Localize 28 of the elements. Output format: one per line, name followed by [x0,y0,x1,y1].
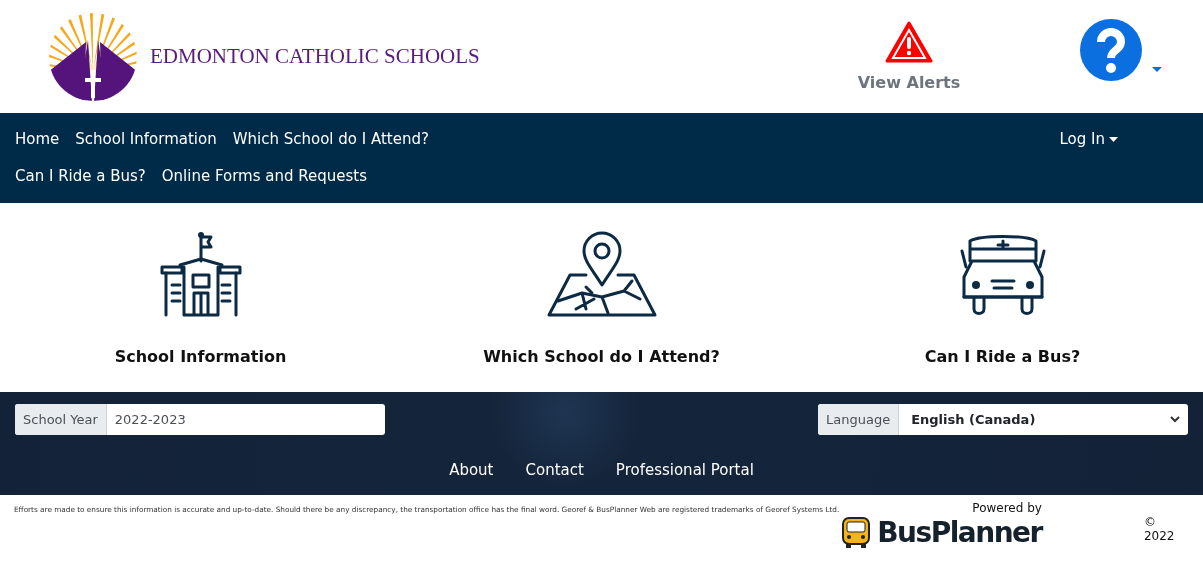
caret-icon [1151,65,1163,74]
copyright-text: © 2022 [1143,515,1176,543]
nav-link[interactable]: Which School do I Attend? [232,121,429,158]
map-pin-icon [545,231,658,317]
field-label: Language [818,404,900,435]
warning-icon [885,21,933,63]
nav-link[interactable]: Home [15,121,60,158]
brand-name: EDMONTON CATHOLIC SCHOOLS [150,44,480,69]
view-alerts-link[interactable]: View Alerts [839,21,979,92]
feature-tile[interactable]: Which School do I Attend? [401,203,802,392]
nav-link[interactable]: School Information [75,121,217,158]
feature-tile[interactable]: Can I Ride a Bus? [802,203,1203,392]
login-menu[interactable]: Log In [1059,121,1118,158]
chevron-icon [1170,416,1180,423]
powered-by-text: Powered by [972,501,1042,515]
footer-link[interactable]: About [449,461,494,479]
school-year-field[interactable]: 2022-2023 [106,404,385,435]
caret-icon [1109,137,1118,142]
footer-link[interactable]: Contact [525,461,584,479]
help-icon [1079,17,1143,82]
language-select[interactable]: English (Canada) [899,404,1188,435]
nav-link[interactable]: Online Forms and Requests [161,158,368,195]
busplanner-logo-text: BusPlanner [877,515,1042,549]
help-menu[interactable] [1079,17,1163,82]
nav-link[interactable]: Can I Ride a Bus? [15,158,146,195]
footer-link[interactable]: Professional Portal [615,461,754,479]
field-label: School Year [15,404,107,435]
feature-tile[interactable]: School Information [0,203,401,392]
